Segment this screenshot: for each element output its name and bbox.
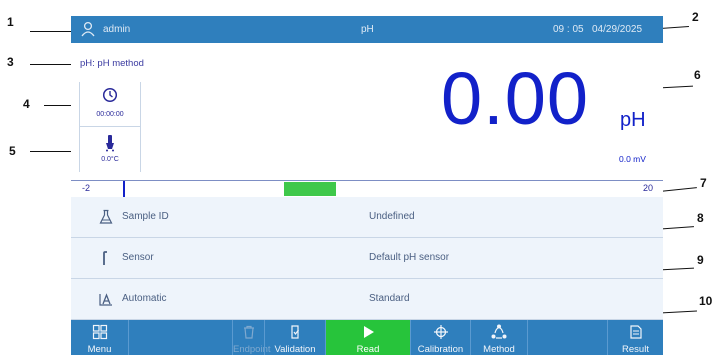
- endpoint-label: Endpoint: [233, 344, 271, 355]
- electrode-temperature-icon: [103, 134, 117, 157]
- status-divider: [80, 126, 140, 127]
- screen-title: pH: [361, 24, 374, 35]
- toolbar-separator: [128, 320, 129, 355]
- method-label[interactable]: pH: pH method: [80, 58, 144, 69]
- menu-button[interactable]: Menu: [71, 320, 128, 355]
- status-bar: admin pH 09 : 05 04/29/2025: [71, 16, 663, 43]
- method-cycle-icon: [491, 324, 507, 339]
- callout-2: 2: [692, 10, 699, 24]
- row-value: Undefined: [369, 211, 415, 222]
- endpoint-button[interactable]: Endpoint: [233, 320, 271, 355]
- range-window-indicator: [284, 182, 336, 196]
- calibration-label: Calibration: [417, 344, 464, 355]
- callout-6: 6: [694, 68, 701, 82]
- row-label: Sensor: [122, 252, 154, 263]
- read-label: Read: [356, 344, 380, 355]
- auto-endpoint-icon: [98, 291, 114, 310]
- callout-9: 9: [697, 253, 704, 267]
- clock-time: 09 : 05: [553, 24, 584, 35]
- clock-date: 04/29/2025: [592, 24, 643, 35]
- trash-icon: [243, 325, 254, 339]
- row-value: Default pH sensor: [369, 252, 450, 263]
- read-button[interactable]: Read: [326, 320, 410, 355]
- menu-label: Menu: [87, 344, 112, 355]
- user-icon[interactable]: [80, 21, 96, 40]
- result-button[interactable]: Result: [608, 320, 663, 355]
- timer-value: 00:00:00: [96, 111, 124, 118]
- result-label: Result: [622, 344, 649, 355]
- row-label: Automatic: [122, 293, 167, 304]
- validation-label: Validation: [274, 344, 316, 355]
- validation-icon: [291, 325, 299, 339]
- range-bar: -2 20: [71, 180, 663, 198]
- row-sensor[interactable]: Sensor Default pH sensor: [71, 238, 663, 279]
- range-current-marker: [123, 181, 125, 197]
- row-label: Sample ID: [122, 211, 169, 222]
- validation-button[interactable]: Validation: [265, 320, 325, 355]
- method-label: Method: [483, 344, 515, 355]
- callout-10: 10: [699, 294, 713, 308]
- measurement-value: 0.00: [441, 57, 590, 140]
- callout-7: 7: [700, 176, 707, 190]
- toolbar-separator: [527, 320, 528, 355]
- crosshair-icon: [433, 325, 448, 339]
- result-document-icon: [629, 325, 642, 339]
- status-panel: 00:00:00 0.0°C: [79, 82, 141, 172]
- measurement-unit: pH: [620, 109, 646, 131]
- callout-5: 5: [9, 144, 16, 158]
- grid-icon: [92, 324, 107, 340]
- millivolt-value: 0.0 mV: [619, 154, 646, 164]
- callout-1: 1: [7, 15, 14, 29]
- calibration-button[interactable]: Calibration: [411, 320, 470, 355]
- callout-3: 3: [7, 55, 14, 69]
- row-sample-id[interactable]: Sample ID Undefined: [71, 197, 663, 238]
- row-automatic[interactable]: Automatic Standard: [71, 279, 663, 320]
- sensor-probe-icon: [98, 250, 114, 269]
- username[interactable]: admin: [103, 24, 130, 35]
- callout-8: 8: [697, 211, 704, 225]
- device-screen: admin pH 09 : 05 04/29/2025 pH: pH metho…: [71, 16, 663, 355]
- range-max-label: 20: [643, 183, 654, 193]
- temperature-value: 0.0°C: [101, 156, 119, 163]
- bottom-toolbar: Menu Endpoint Validation Read Calibratio…: [71, 320, 663, 355]
- range-min-label: -2: [82, 183, 91, 193]
- callout-4: 4: [23, 97, 30, 111]
- row-value: Standard: [369, 293, 410, 304]
- flask-icon: [98, 209, 114, 228]
- method-button[interactable]: Method: [471, 320, 527, 355]
- clock-icon: [102, 87, 118, 108]
- play-icon: [364, 326, 374, 338]
